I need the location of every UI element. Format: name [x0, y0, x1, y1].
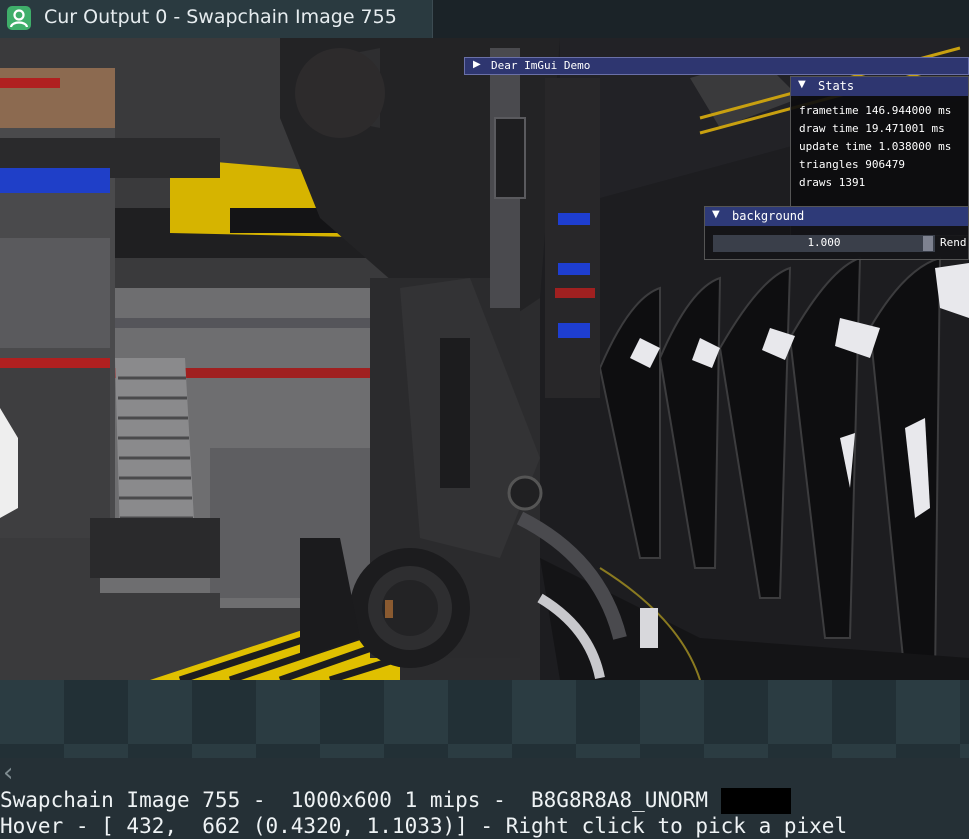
scroll-left-icon[interactable]: ‹ — [3, 758, 23, 788]
stats-triangles: triangles 906479 — [799, 158, 905, 171]
slider-value: 1.000 — [807, 236, 841, 249]
slider-grab[interactable] — [923, 236, 933, 251]
stats-draw-time: draw time 19.471001 ms — [799, 122, 945, 135]
tab-output[interactable]: Cur Output 0 - Swapchain Image 755 — [0, 0, 433, 38]
stats-frametime: frametime 146.944000 ms — [799, 104, 952, 117]
stats-title: Stats — [818, 79, 855, 93]
checkerboard-background — [0, 680, 969, 758]
texture-viewport[interactable]: ▶ Dear ImGui Demo ▼ Stats frametime 146.… — [0, 38, 969, 680]
user-icon — [7, 6, 31, 30]
stats-header[interactable]: ▼ Stats — [791, 77, 968, 96]
collapse-arrow-icon[interactable]: ▼ — [798, 79, 806, 90]
tab-title: Cur Output 0 - Swapchain Image 755 — [44, 6, 397, 28]
background-slider[interactable]: 1.000 — [713, 235, 935, 252]
collapse-arrow-icon[interactable]: ▼ — [712, 209, 720, 220]
pixel-color-swatch — [720, 788, 791, 814]
image-info-text: Swapchain Image 755 - 1000x600 1 mips - … — [0, 788, 721, 812]
tab-bar: Cur Output 0 - Swapchain Image 755 — [0, 0, 969, 38]
collapse-arrow-icon[interactable]: ▶ — [473, 59, 481, 70]
background-window[interactable]: ▼ background 1.000 Rend — [704, 206, 969, 260]
background-title: background — [732, 209, 805, 223]
stats-update-time: update time 1.038000 ms — [799, 140, 952, 153]
imgui-demo-window[interactable]: ▶ Dear ImGui Demo — [464, 57, 969, 75]
stats-draws: draws 1391 — [799, 176, 866, 189]
hover-info-line: Hover - [ 432, 662 (0.4320, 1.1033)] - R… — [0, 814, 848, 838]
image-info-line: Swapchain Image 755 - 1000x600 1 mips - … — [0, 788, 969, 814]
slider-label: Rend — [940, 236, 967, 249]
background-header[interactable]: ▼ background — [705, 207, 968, 226]
imgui-demo-title: Dear ImGui Demo — [491, 59, 591, 72]
